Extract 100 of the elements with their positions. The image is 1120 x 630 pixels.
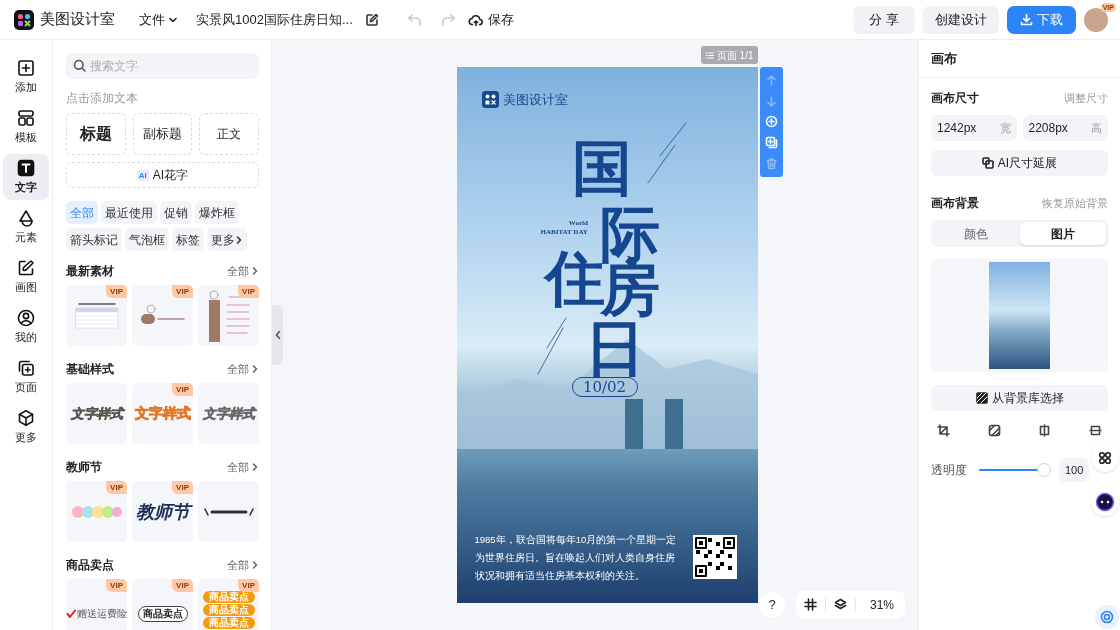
sticker-thumbnail[interactable]: VIP 教师节	[132, 481, 193, 542]
background-tab[interactable]: 颜色	[933, 222, 1020, 245]
zoom-level[interactable]: 31%	[870, 595, 895, 614]
opacity-slider[interactable]	[979, 463, 1051, 477]
flip-vertical-icon[interactable]	[1088, 424, 1102, 437]
apps-button[interactable]	[1091, 444, 1119, 472]
vip-badge: VIP	[238, 579, 259, 592]
sticker-thumbnail[interactable]: VIP	[66, 481, 127, 542]
filter-chip[interactable]: 标签	[172, 228, 204, 251]
caption-drawing	[202, 506, 255, 517]
styled-text: 文字样式	[70, 404, 123, 423]
checkmark-icon	[66, 608, 76, 619]
search-field[interactable]: 搜索文字	[66, 53, 259, 79]
create-design-button[interactable]: 创建设计	[923, 5, 999, 34]
chevron-right-icon	[251, 364, 259, 374]
rail-tab[interactable]: 元素	[3, 204, 49, 250]
sticker-label: 商品卖点	[202, 603, 255, 616]
sticker-thumbnail[interactable]: VIP 商品卖点	[132, 579, 193, 630]
vip-badge: VIP	[172, 481, 193, 494]
rail-tab[interactable]: 我的	[3, 304, 49, 350]
assistant-button[interactable]	[1091, 488, 1119, 516]
edit-icon[interactable]	[364, 12, 379, 27]
section-title: 教师节	[66, 459, 102, 476]
qr-code-drawing	[692, 535, 737, 579]
poster-description: 1985年，联合国将每年10月的第一个星期一定为世界住房日。旨在唤起人们对人类自身住房状况和拥有适当住房基本权利的关注。	[474, 533, 678, 583]
layers-icon[interactable]	[834, 598, 847, 611]
slider-thumb[interactable]	[1037, 463, 1051, 477]
rail-tab[interactable]: 页面	[3, 354, 49, 400]
section-hint: 点击添加文本	[66, 90, 139, 107]
sticker-thumbnail[interactable]: VIP	[66, 285, 127, 346]
share-button[interactable]: 分 享	[853, 5, 915, 34]
cube-icon	[17, 408, 35, 427]
filter-chip[interactable]: 促销	[160, 201, 192, 224]
text-preset-button[interactable]: 副标题	[132, 113, 193, 155]
support-button[interactable]	[1095, 605, 1119, 629]
flip-horizontal-icon[interactable]	[1038, 424, 1052, 437]
background-preview[interactable]	[989, 262, 1050, 369]
sticker-thumbnail[interactable]: VIP 文字样式	[132, 383, 193, 444]
vip-badge: VIP	[172, 285, 193, 298]
vip-badge: VIP	[106, 481, 127, 494]
rail-tab[interactable]: 画图	[3, 254, 49, 300]
sticker-thumbnail[interactable]	[198, 481, 259, 542]
checker-icon[interactable]	[987, 424, 1001, 437]
sticker-label: 商品卖点	[202, 590, 255, 603]
chevron-left-icon	[274, 330, 281, 340]
robot-face-icon	[1095, 492, 1115, 512]
search-icon	[73, 59, 86, 72]
vip-badge: VIP	[238, 285, 259, 298]
rail-tab[interactable]: 添加	[3, 54, 49, 100]
background-library-button[interactable]: 从背景库选择	[931, 385, 1108, 411]
sticker-thumbnail[interactable]: VIP	[132, 285, 193, 346]
height-field[interactable]: 2208px 高	[1022, 115, 1108, 141]
page-add-icon	[17, 358, 35, 377]
download-icon	[1020, 13, 1033, 26]
sticker-thumbnail[interactable]: VIP	[198, 285, 259, 346]
cloud-icon	[467, 12, 484, 27]
filter-chip[interactable]: 最近使用	[101, 201, 157, 224]
filter-chip[interactable]: 更多	[207, 228, 247, 251]
panel-title: 画布	[919, 40, 1120, 78]
user-circle-icon	[17, 308, 35, 327]
see-all-link[interactable]: 全部	[227, 458, 259, 476]
styled-text: 赠送运费险	[77, 607, 127, 621]
opacity-value-field[interactable]: 100	[1059, 458, 1089, 482]
rail-tab[interactable]: 模板	[3, 104, 49, 150]
sticker-label: 商品卖点	[137, 605, 188, 622]
vip-badge: VIP	[106, 285, 127, 298]
section-title: 基础样式	[66, 361, 114, 378]
ai-resize-button[interactable]: AI尺寸延展	[931, 150, 1108, 176]
layout-icon	[17, 108, 35, 127]
resize-icon	[981, 157, 994, 169]
ai-text-button[interactable]: AI AI花字	[66, 162, 259, 188]
download-button[interactable]: 下载	[1007, 5, 1076, 34]
chevron-right-icon	[251, 560, 259, 570]
help-button[interactable]: ?	[759, 592, 785, 618]
save-button[interactable]: 保存	[467, 9, 514, 30]
see-all-link[interactable]: 全部	[227, 262, 259, 280]
sticker-thumbnail[interactable]: 文字样式	[66, 383, 127, 444]
vip-badge: VIP	[106, 579, 127, 592]
rail-tab[interactable]: 更多	[3, 404, 49, 450]
file-menu[interactable]: 文件	[139, 9, 178, 30]
add-circle-icon[interactable]	[764, 115, 778, 129]
brand-name: 美图设计室	[502, 91, 568, 109]
filter-chip[interactable]: 箭头标记	[66, 228, 122, 251]
see-all-link[interactable]: 全部	[227, 556, 259, 574]
see-all-link[interactable]: 全部	[227, 360, 259, 378]
grid-icon[interactable]	[804, 598, 817, 611]
filter-chip[interactable]: 气泡框	[125, 228, 169, 251]
sticker-thumbnail[interactable]: VIP 商品卖点 商品卖点 商品卖点	[198, 579, 259, 630]
sticker-thumbnail[interactable]: 文字样式	[198, 383, 259, 444]
sticker-thumbnail[interactable]: VIP 赠送运费险	[66, 579, 127, 630]
text-preset-button[interactable]: 正文	[199, 113, 259, 155]
width-field[interactable]: 1242px 宽	[931, 115, 1017, 141]
background-tab[interactable]: 图片	[1019, 222, 1106, 245]
rail-tab[interactable]: 文字	[3, 154, 49, 200]
vip-badge: VIP	[172, 383, 193, 396]
duplicate-icon[interactable]	[764, 136, 778, 150]
filter-chip[interactable]: 爆炸框	[195, 201, 239, 224]
text-preset-button[interactable]: 标题	[66, 113, 126, 155]
collapse-panel-handle[interactable]	[272, 305, 283, 365]
crop-icon[interactable]	[937, 424, 950, 437]
